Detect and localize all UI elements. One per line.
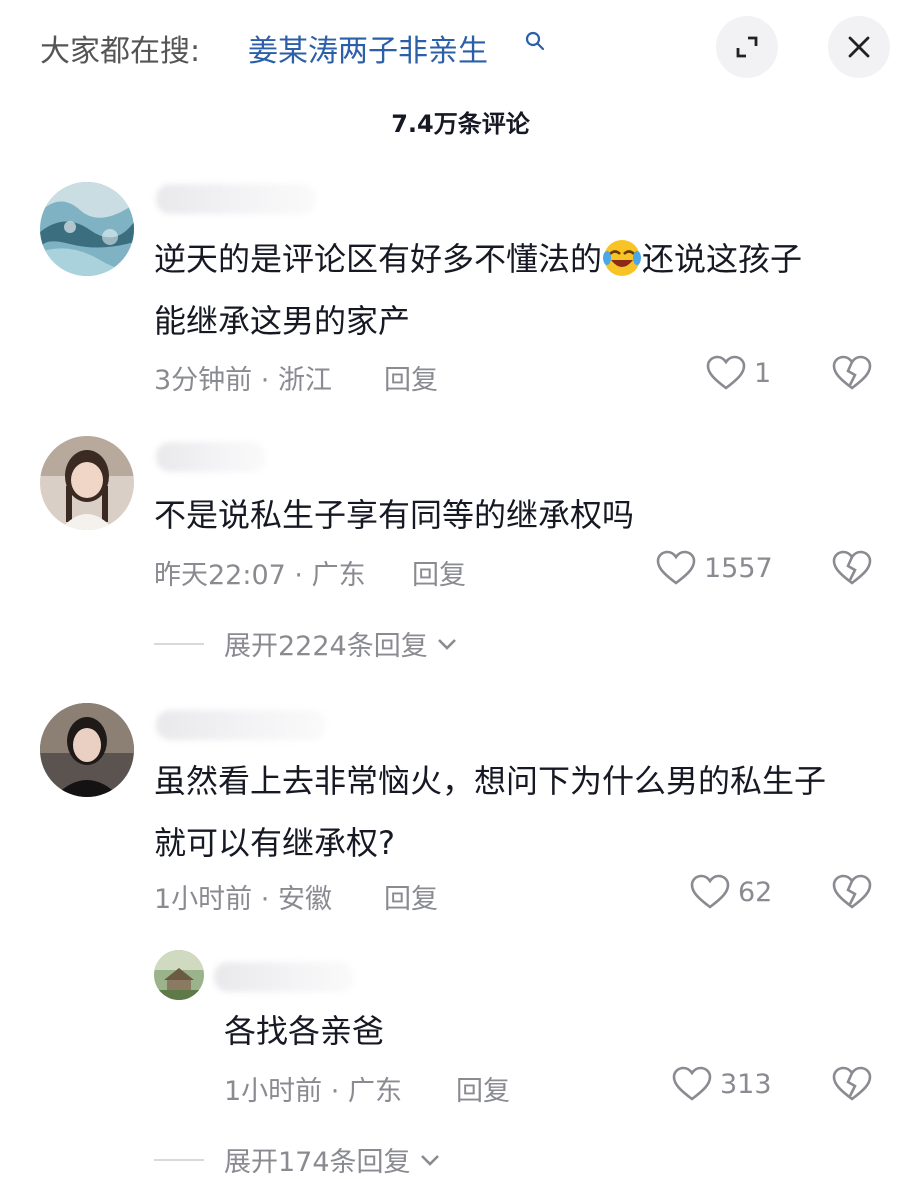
expand-button[interactable] [716,16,778,78]
like-button[interactable]: 62 [690,874,772,910]
heart-icon [656,550,696,585]
expand-icon [736,36,758,58]
username-blurred[interactable] [156,184,316,214]
search-icon[interactable] [524,30,546,52]
broken-heart-icon[interactable] [832,1066,872,1102]
reply-button[interactable]: 回复 [412,553,466,592]
close-button[interactable] [828,16,890,78]
laughing-crying-emoji-icon [603,240,642,276]
reply-button[interactable]: 回复 [384,877,438,916]
comment-count: 7.4万条评论 [391,110,530,138]
avatar[interactable] [40,182,134,276]
username-blurred[interactable] [156,442,266,472]
close-icon [848,36,870,58]
search-prefix: 大家都在搜: [40,34,201,69]
comment-text: 虽然看上去非常恼火，想问下为什么男的私生子 就可以有继承权? [154,762,827,862]
comment-meta: 3分钟前 · 浙江 [154,365,332,396]
avatar[interactable] [154,950,204,1000]
chevron-down-icon [420,1154,439,1166]
like-count: 313 [720,1068,772,1100]
comment-text: 不是说私生子享有同等的继承权吗 [154,496,635,534]
chevron-down-icon [437,638,456,650]
comment-meta: 1小时前 · 安徽 [154,884,332,915]
expand-replies-link[interactable]: 展开2224条回复 [154,624,460,663]
comment-text: 逆天的是评论区有好多不懂法的 还说这孩子 能继承这男的家产 [154,240,803,340]
like-button[interactable]: 1557 [656,550,773,586]
like-count: 1557 [704,552,773,584]
search-suggestion-link[interactable]: 姜某涛两子非亲生 [248,26,488,70]
heart-icon [690,874,730,909]
comment-meta: 1小时前 · 广东 [224,1076,402,1107]
reply-button[interactable]: 回复 [456,1069,510,1108]
like-count: 1 [754,357,772,389]
expand-replies-link[interactable]: 展开174条回复 [154,1140,443,1179]
username-blurred[interactable] [214,962,354,992]
reply-text: 各找各亲爸 [224,1012,385,1050]
like-count: 62 [738,876,773,908]
username-blurred[interactable] [156,710,326,740]
heart-icon [706,355,746,390]
broken-heart-icon[interactable] [832,874,872,910]
comment-meta: 昨天22:07 · 广东 [154,560,366,591]
heart-icon [672,1066,712,1101]
divider [154,1158,204,1161]
broken-heart-icon[interactable] [832,550,872,586]
avatar[interactable] [40,436,134,530]
broken-heart-icon[interactable] [832,355,872,391]
like-button[interactable]: 1 [706,355,771,391]
like-button[interactable]: 313 [672,1066,772,1102]
header: 大家都在搜: 姜某涛两子非亲生 [0,0,921,96]
reply-button[interactable]: 回复 [384,358,438,397]
avatar[interactable] [40,703,134,797]
divider [154,642,204,645]
